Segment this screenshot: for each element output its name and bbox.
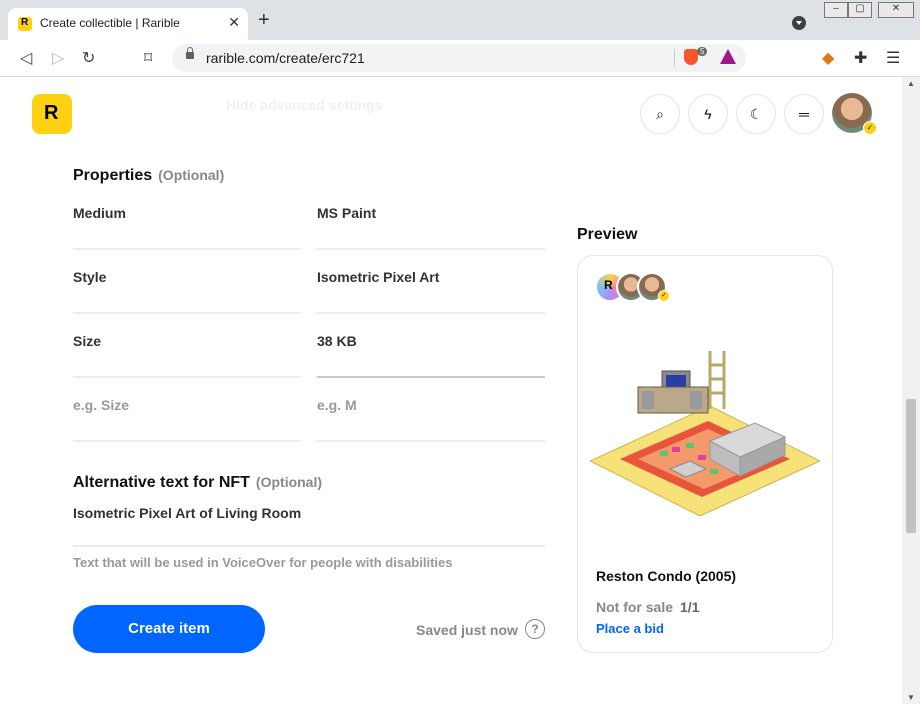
maximize-icon[interactable]: ▢: [848, 2, 872, 18]
scroll-down-icon[interactable]: ▼: [907, 693, 915, 702]
property-key-field[interactable]: Size: [73, 333, 301, 378]
browser-menu-icon[interactable]: ☰: [886, 48, 900, 68]
window-close-icon[interactable]: ✕: [878, 2, 914, 18]
browser-toolbar: ◁ ▷ ↻ ⌑ rarible.com/create/erc721 5 ◆ ✚ …: [0, 40, 920, 77]
alt-text-title: Alternative text for NFT (Optional): [73, 474, 322, 492]
tab-title: Create collectible | Rarible: [40, 16, 180, 30]
collection-logo-letter: R: [604, 278, 613, 292]
reload-icon[interactable]: ↻: [82, 48, 95, 68]
browser-tab[interactable]: Create collectible | Rarible ✕: [8, 8, 248, 40]
help-icon[interactable]: ?: [525, 619, 545, 639]
property-key-field[interactable]: Style: [73, 269, 301, 314]
nft-name: Reston Condo (2005): [596, 568, 737, 584]
alt-text-value: Isometric Pixel Art of Living Room: [73, 505, 302, 521]
property-value-input[interactable]: e.g. M: [317, 397, 545, 442]
logo-letter: R: [44, 102, 59, 124]
rarible-logo[interactable]: R: [32, 94, 72, 134]
extensions-icon[interactable]: ✚: [854, 48, 867, 68]
property-key-value: Size: [73, 333, 102, 349]
property-value-field[interactable]: 38 KB: [317, 333, 545, 378]
property-value-value: 38 KB: [317, 333, 357, 349]
preview-title: Preview: [577, 226, 638, 243]
minimize-icon[interactable]: –: [824, 2, 848, 18]
property-key-input[interactable]: e.g. Size: [73, 397, 301, 442]
new-tab-icon[interactable]: +: [258, 10, 270, 30]
property-key-field[interactable]: Medium: [73, 205, 301, 250]
url-text[interactable]: rarible.com/create/erc721: [206, 50, 365, 66]
browser-titlebar: Create collectible | Rarible ✕ + – ▢ ✕: [0, 0, 920, 40]
alt-text-helper: Text that will be used in VoiceOver for …: [73, 555, 453, 570]
brave-shields-icon[interactable]: [684, 49, 698, 65]
edition-count: 1/1: [680, 599, 700, 615]
close-tab-icon[interactable]: ✕: [228, 14, 240, 31]
property-value-field[interactable]: MS Paint: [317, 205, 545, 250]
saved-status: Saved just now: [416, 622, 518, 638]
page-scrollbar[interactable]: ▲ ▼: [902, 77, 920, 704]
lightning-icon: ϟ: [704, 106, 712, 122]
property-value-value: Isometric Pixel Art: [317, 269, 440, 285]
property-key-value: Medium: [73, 205, 126, 221]
scroll-thumb[interactable]: [906, 399, 916, 533]
sale-status: Not for sale: [596, 599, 674, 615]
place-bid-link[interactable]: Place a bid: [596, 621, 664, 636]
alt-text-label: Alternative text for NFT: [73, 474, 250, 491]
activity-button[interactable]: ϟ: [688, 94, 728, 134]
page: R Hide advanced settings ⌕ ϟ ☾ ═ ✓ Prope…: [0, 77, 902, 704]
properties-optional-label: (Optional): [158, 167, 225, 183]
dark-mode-button[interactable]: ☾: [736, 94, 776, 134]
property-value-field[interactable]: Isometric Pixel Art: [317, 269, 545, 314]
nft-artwork-image: [590, 351, 820, 517]
property-key-value: Style: [73, 269, 107, 285]
brave-shields-count: 5: [697, 47, 708, 56]
moon-icon: ☾: [749, 106, 763, 122]
verified-icon: ✓: [863, 121, 877, 135]
lock-icon[interactable]: [186, 47, 194, 59]
properties-label: Properties: [73, 167, 153, 184]
alt-text-optional-label: (Optional): [255, 474, 323, 490]
alt-text-input[interactable]: Isometric Pixel Art of Living Room: [73, 505, 545, 547]
verified-icon: ✓: [658, 290, 670, 302]
preview-card[interactable]: R ✓ Reston Condo (2005) Not for sale 1/1…: [577, 255, 833, 653]
rarible-favicon-icon: [18, 17, 32, 31]
search-icon: ⌕: [656, 106, 664, 122]
metamask-icon[interactable]: ◆: [822, 48, 834, 68]
property-key-placeholder: e.g. Size: [73, 397, 130, 413]
divider: [674, 49, 675, 67]
address-bar[interactable]: rarible.com/create/erc721 5: [172, 44, 746, 72]
menu-button[interactable]: ═: [784, 94, 824, 134]
brave-rewards-icon[interactable]: [720, 49, 736, 64]
bookmark-icon[interactable]: ⌑: [144, 48, 152, 68]
back-icon[interactable]: ◁: [20, 48, 32, 68]
tab-search-icon[interactable]: [792, 16, 806, 30]
search-button[interactable]: ⌕: [640, 94, 680, 134]
property-value-placeholder: e.g. M: [317, 397, 357, 413]
scroll-up-icon[interactable]: ▲: [907, 79, 915, 88]
property-value-value: MS Paint: [317, 205, 377, 221]
menu-icon: ═: [799, 106, 809, 122]
forward-icon[interactable]: ▷: [52, 48, 64, 68]
create-item-button[interactable]: Create item: [73, 605, 265, 653]
properties-title: Properties (Optional): [73, 167, 224, 185]
hide-advanced-settings-link[interactable]: Hide advanced settings: [226, 97, 382, 113]
